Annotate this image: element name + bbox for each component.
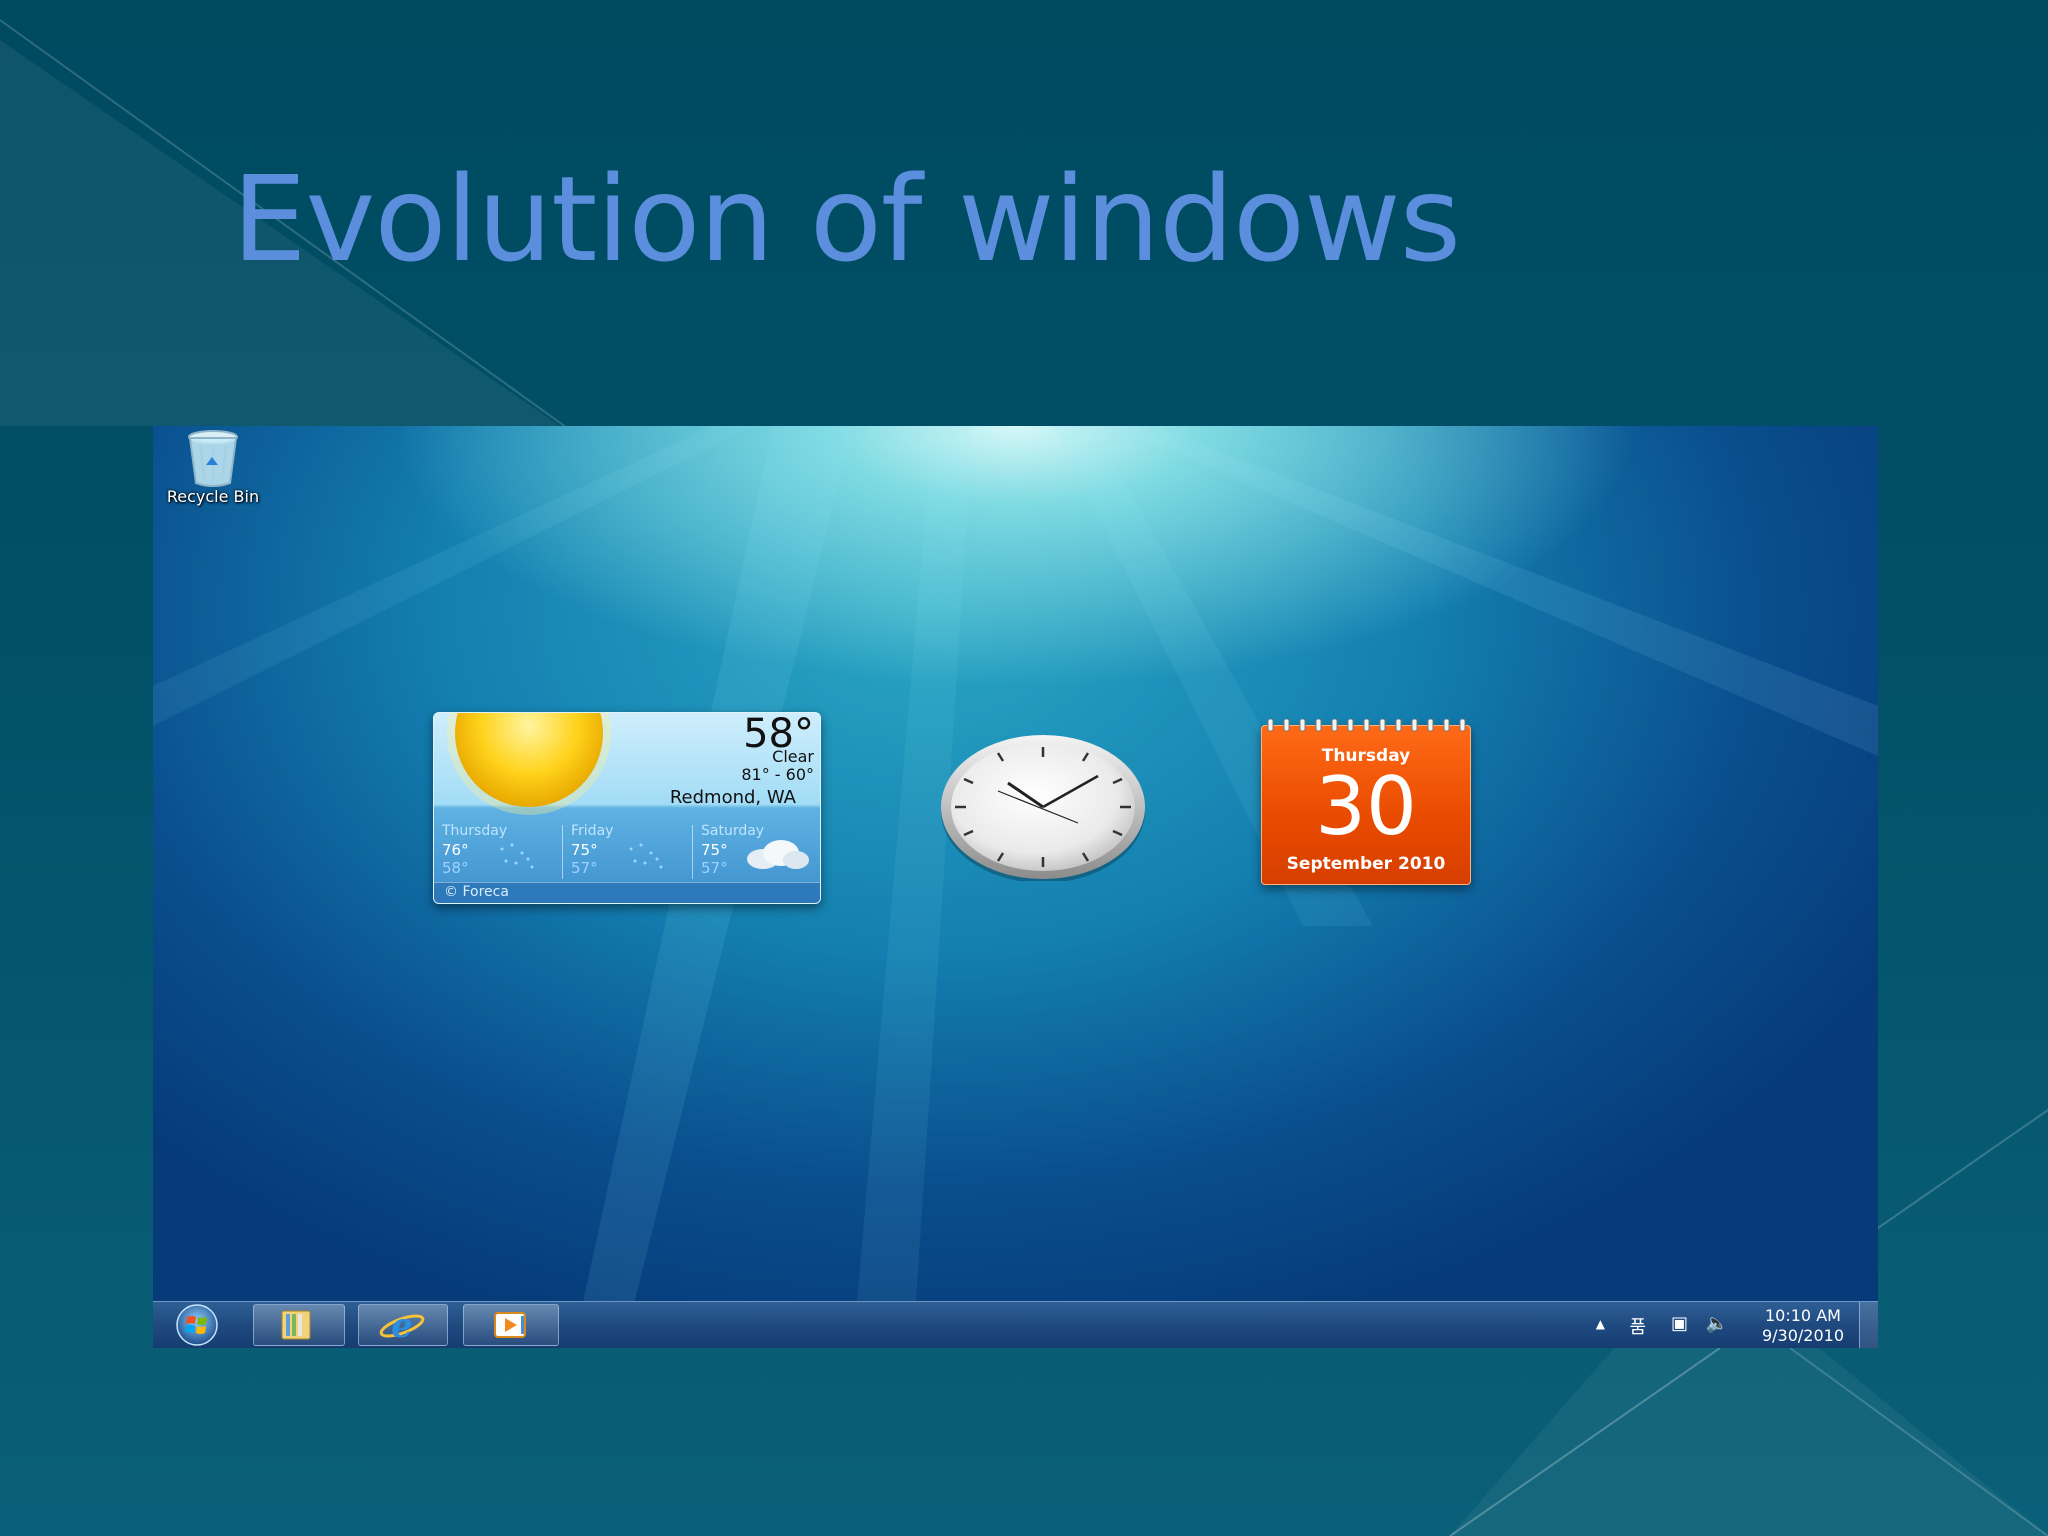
start-button[interactable]: [165, 1304, 229, 1346]
slide-title: Evolution of windows: [232, 150, 1461, 288]
calendar-month-year: September 2010: [1286, 854, 1446, 874]
network-icon[interactable]: 품: [1629, 1313, 1646, 1339]
recycle-bin-label: Recycle Bin: [166, 487, 260, 506]
forecast-day-name: Friday: [571, 823, 614, 839]
taskbar: e ▲ 품 ▣ 🔈 10:10 AM 9/30/2010: [153, 1301, 1878, 1348]
media-player-icon: [494, 1312, 526, 1338]
sun-icon: [447, 713, 611, 815]
forecast-high: 76°: [442, 841, 469, 859]
weather-provider-bar: © Foreca: [434, 882, 820, 903]
wallpaper-light-rays: [153, 426, 1878, 1348]
calendar-binding-rings: [1267, 719, 1466, 732]
forecast-row: Thursday 76° 58° Friday 75° 57° Saturday…: [434, 821, 820, 881]
rain-icon: [629, 843, 663, 869]
weather-provider[interactable]: © Foreca: [444, 884, 509, 900]
forecast-day: Friday 75° 57°: [563, 821, 691, 879]
svg-text:e: e: [391, 1306, 413, 1344]
system-tray: ▲ 품 ▣ 🔈 10:10 AM 9/30/2010: [1578, 1302, 1878, 1348]
windows-explorer-icon: [281, 1310, 311, 1340]
internet-explorer-icon: e: [379, 1306, 425, 1344]
volume-icon[interactable]: 🔈: [1706, 1313, 1728, 1334]
recycle-bin-icon: [188, 430, 238, 487]
cloud-icon: [747, 840, 809, 869]
forecast-low: 57°: [571, 859, 598, 877]
forecast-day: Saturday 75° 57°: [693, 821, 820, 879]
weather-location: Redmond, WA: [669, 787, 796, 808]
recycle-bin[interactable]: Recycle Bin: [163, 429, 263, 506]
current-condition: Clear: [772, 747, 814, 766]
taskbar-clock[interactable]: 10:10 AM 9/30/2010: [1762, 1306, 1844, 1346]
taskbar-time: 10:10 AM: [1765, 1306, 1841, 1325]
taskbar-internet-explorer-button[interactable]: e: [358, 1304, 448, 1346]
action-center-icon[interactable]: ▣: [1671, 1313, 1688, 1334]
up-arrow-icon[interactable]: ▲: [1596, 1317, 1605, 1331]
forecast-day: Thursday 76° 58°: [434, 821, 562, 879]
taskbar-media-player-button[interactable]: [463, 1304, 559, 1346]
taskbar-date: 9/30/2010: [1761, 1326, 1844, 1345]
temperature-range: 81° - 60°: [741, 765, 814, 784]
rain-icon: [500, 843, 534, 869]
taskbar-explorer-button[interactable]: [253, 1304, 345, 1346]
forecast-high: 75°: [701, 841, 728, 859]
forecast-low: 58°: [442, 859, 469, 877]
calendar-gadget[interactable]: Thursday 30 September 2010: [1261, 719, 1471, 885]
windows-7-desktop-screenshot: Recycle Bin 58° Clear 81° - 60° Redmond,…: [153, 426, 1878, 1348]
calendar-day-number: 30: [1315, 760, 1417, 853]
forecast-high: 75°: [571, 841, 598, 859]
weather-gadget[interactable]: 58° Clear 81° - 60° Redmond, WA Thursday…: [433, 712, 821, 904]
show-desktop-button[interactable]: [1859, 1302, 1878, 1348]
clock-gadget[interactable]: [938, 731, 1148, 881]
forecast-low: 57°: [701, 859, 728, 877]
